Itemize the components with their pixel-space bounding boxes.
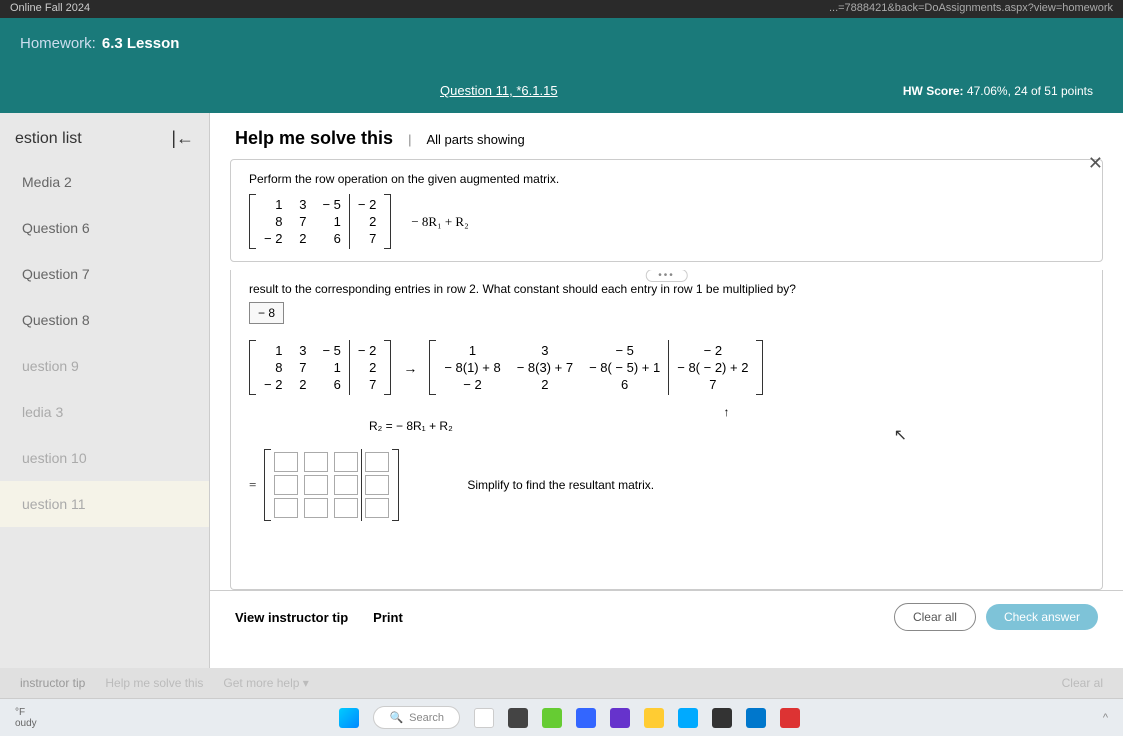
step-matrix-left: 18− 2 372 − 516 − 227 <box>249 340 391 395</box>
step-matrix-right: 1− 8(1) + 8− 2 3− 8(3) + 72 − 5− 8( − 5)… <box>429 340 763 395</box>
app-icon-9[interactable] <box>746 708 766 728</box>
page-url: ...=7888421&back=DoAssignments.aspx?view… <box>829 2 1113 16</box>
app-icon-10[interactable] <box>780 708 800 728</box>
help-footer: View instructor tip Print Clear all Chec… <box>210 590 1123 643</box>
matrix-input-11[interactable] <box>274 452 298 472</box>
matrix-input-34[interactable] <box>365 498 389 518</box>
matrix-input-33[interactable] <box>334 498 358 518</box>
sidebar-item-media2[interactable]: Media 2 <box>0 159 209 205</box>
view-instructor-tip-link[interactable]: View instructor tip <box>235 610 348 625</box>
matrix-input-31[interactable] <box>274 498 298 518</box>
arrow-icon: → <box>403 360 417 376</box>
instructor-tip-label[interactable]: instructor tip <box>20 676 85 690</box>
weather-widget[interactable]: °F oudy <box>15 707 37 729</box>
print-link[interactable]: Print <box>373 610 403 625</box>
question-list-sidebar: estion list |← Media 2 Question 6 Questi… <box>0 113 210 668</box>
browser-top-bar: Online Fall 2024 ...=7888421&back=DoAssi… <box>0 0 1123 18</box>
hw-title: 6.3 Lesson <box>102 35 180 52</box>
answer-constant: − 8 <box>249 302 284 324</box>
equals-sign: = <box>249 477 256 493</box>
windows-taskbar: °F oudy 🔍 Search ^ <box>0 698 1123 736</box>
app-icon-4[interactable] <box>576 708 596 728</box>
clear-all-label[interactable]: Clear al <box>1062 676 1103 690</box>
show-desktop-icon[interactable]: ^ <box>1103 712 1108 724</box>
windows-start-icon[interactable] <box>339 708 359 728</box>
app-icon-2[interactable] <box>508 708 528 728</box>
matrix-input-24[interactable] <box>365 475 389 495</box>
app-icon-6[interactable] <box>644 708 664 728</box>
app-icon-3[interactable] <box>542 708 562 728</box>
sidebar-item-q9[interactable]: uestion 9 <box>0 343 209 389</box>
page-bottom-actions: instructor tip Help me solve this Get mo… <box>0 668 1123 698</box>
sidebar-item-q11[interactable]: uestion 11 <box>0 481 209 527</box>
content-area: Help me solve this | All parts showing ✕… <box>210 113 1123 668</box>
app-icon-5[interactable] <box>610 708 630 728</box>
matrix-input-23[interactable] <box>334 475 358 495</box>
sidebar-item-media3[interactable]: ledia 3 <box>0 389 209 435</box>
search-icon: 🔍 <box>389 711 403 724</box>
matrix-input-32[interactable] <box>304 498 328 518</box>
step-text-1: result to the corresponding entries in r… <box>249 282 1084 296</box>
taskbar-search[interactable]: 🔍 Search <box>373 706 460 729</box>
close-icon[interactable]: ✕ <box>1088 153 1103 174</box>
clear-all-button[interactable]: Clear all <box>894 603 976 631</box>
sidebar-item-q8[interactable]: Question 8 <box>0 297 209 343</box>
course-name: Online Fall 2024 <box>10 2 90 16</box>
sidebar-item-q6[interactable]: Question 6 <box>0 205 209 251</box>
collapse-sidebar-icon[interactable]: |← <box>171 128 194 149</box>
row-operation-note: ↑ R₂ = − 8R₁ + R₂ <box>369 405 1084 434</box>
instruction-text: Perform the row operation on the given a… <box>249 172 1084 186</box>
sidebar-title: estion list <box>15 130 82 148</box>
question-nav[interactable]: Question 11, *6.1.15 <box>440 83 558 98</box>
matrix-input-12[interactable] <box>304 452 328 472</box>
app-icon-1[interactable] <box>474 708 494 728</box>
answer-input-matrix <box>264 449 399 521</box>
get-more-help-label[interactable]: Get more help ▾ <box>223 676 308 690</box>
given-matrix: 18− 2 372 − 516 − 227 <box>249 194 391 249</box>
simplify-instruction: Simplify to find the resultant matrix. <box>467 478 654 492</box>
app-icon-7[interactable] <box>678 708 698 728</box>
problem-statement: Perform the row operation on the given a… <box>230 159 1103 262</box>
sidebar-item-q7[interactable]: Question 7 <box>0 251 209 297</box>
hw-label: Homework: <box>20 35 96 52</box>
question-header: Question 11, *6.1.15 HW Score: 47.06%, 2… <box>0 68 1123 113</box>
matrix-input-13[interactable] <box>334 452 358 472</box>
check-answer-button[interactable]: Check answer <box>986 604 1098 630</box>
row-operation: − 8R₁ + R₂ <box>411 214 468 230</box>
matrix-input-14[interactable] <box>365 452 389 472</box>
ellipsis-icon[interactable]: ••• <box>645 270 688 282</box>
parts-showing[interactable]: All parts showing <box>426 132 524 147</box>
help-title: Help me solve this <box>235 128 393 149</box>
sidebar-item-q10[interactable]: uestion 10 <box>0 435 209 481</box>
separator: | <box>408 132 411 147</box>
help-me-solve-label[interactable]: Help me solve this <box>105 676 203 690</box>
homework-header: Homework: 6.3 Lesson <box>0 18 1123 68</box>
app-icon-8[interactable] <box>712 708 732 728</box>
solution-steps: ••• result to the corresponding entries … <box>230 270 1103 590</box>
matrix-input-22[interactable] <box>304 475 328 495</box>
hw-score: HW Score: 47.06%, 24 of 51 points <box>903 84 1093 98</box>
matrix-input-21[interactable] <box>274 475 298 495</box>
